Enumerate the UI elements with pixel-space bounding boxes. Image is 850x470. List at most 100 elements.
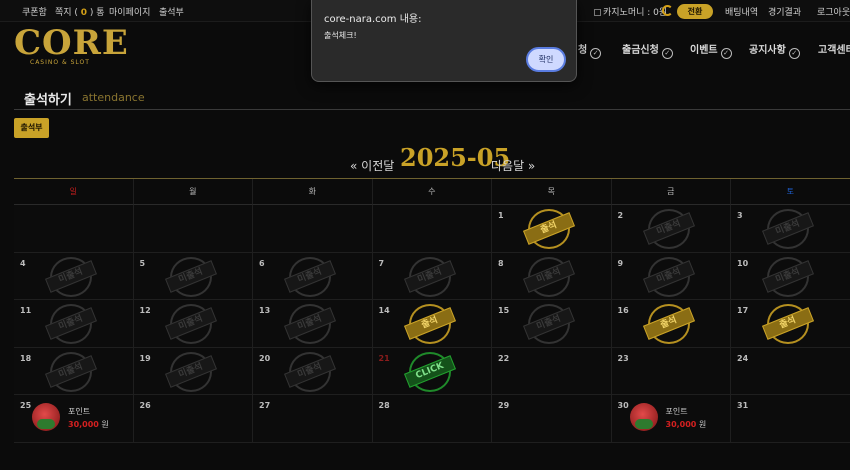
stamp-attended-icon: 출석	[762, 304, 814, 345]
stamp-missed-icon: 미출석	[642, 256, 695, 297]
calendar-cell-empty	[372, 205, 492, 253]
divider	[14, 109, 850, 110]
stamp-missed-icon: 미출석	[45, 256, 97, 297]
day-number: 6	[259, 258, 265, 268]
calendar-cell: 29	[492, 395, 612, 443]
calendar-cell: 31	[731, 395, 850, 443]
dialog-message: 출석체크!	[324, 31, 357, 40]
nav-event[interactable]: 이벤트 ✓	[690, 41, 732, 59]
calendar-week: 11 미출석 12 미출석 13 미출석 14 출석 15 미출석 16 출석 17 출석	[14, 300, 850, 348]
coupon-link[interactable]: 쿠폰함	[22, 5, 47, 18]
stamp-missed-icon: 미출석	[45, 351, 97, 392]
stamp-missed-icon: 미출석	[164, 351, 217, 392]
click-stamp-icon[interactable]: CLICK	[403, 351, 456, 392]
page-title-en: attendance	[82, 91, 145, 104]
calendar-cell: 5 미출석	[133, 252, 253, 301]
casino-money-label: 카지노머니 : 0원	[603, 8, 668, 18]
day-number: 26	[139, 401, 151, 411]
calendar-cell-empty	[253, 205, 373, 253]
day-number: 22	[498, 353, 510, 363]
weekday-sat: 토	[731, 179, 850, 205]
message-count: 0	[80, 8, 88, 18]
calendar-cell: 16 출석	[611, 300, 731, 348]
day-number: 27	[259, 401, 271, 411]
dialog-title: core-nara.com 내용:	[324, 14, 422, 25]
nav-support[interactable]: 고객센터	[818, 41, 850, 56]
nav-deposit[interactable]: 청 ✓	[578, 41, 602, 59]
stamp-attended-icon: 출석	[523, 209, 575, 249]
day-number: 4	[20, 258, 26, 268]
day-number: 5	[139, 258, 146, 268]
point-value: 30,000	[665, 420, 697, 430]
day-number: 9	[617, 258, 624, 268]
day-number: 29	[498, 401, 510, 411]
calendar-cell: 20 미출석	[253, 347, 373, 396]
calendar-cell: 13 미출석	[253, 300, 373, 348]
calendar-cell: 25 포인트 30,000 원	[14, 395, 134, 443]
day-number: 11	[20, 306, 32, 316]
game-results-link[interactable]: 경기결과	[768, 5, 801, 18]
day-number: 30	[617, 401, 629, 411]
logout-link[interactable]: 로그아웃	[817, 5, 850, 18]
convert-button[interactable]: 전환	[677, 4, 713, 19]
point-amount: 30,000 원	[666, 419, 707, 430]
nav-notice[interactable]: 공지사항 ✓	[749, 41, 800, 59]
nav-withdraw[interactable]: 출금신청 ✓	[622, 41, 673, 59]
day-number: 12	[139, 306, 151, 316]
gift-pouch-icon	[629, 403, 658, 432]
weekday-mon: 월	[133, 179, 253, 205]
stamp-attended-icon: 출석	[403, 304, 456, 345]
calendar-cell: 28	[372, 395, 492, 443]
calendar-cell: 3 미출석	[731, 205, 850, 253]
attendance-calendar: 일 월 화 수 목 금 토 1 출석 2 미출석 3 미출석 4 미출석 5 미출석 6 미…	[14, 178, 850, 443]
attendance-book-button[interactable]: 출석부	[14, 118, 49, 138]
day-number: 28	[378, 401, 390, 411]
calendar-cell-today[interactable]: 21 CLICK	[372, 347, 492, 396]
day-number: 13	[259, 306, 271, 316]
day-number: 24	[737, 353, 749, 363]
gift-pouch-icon	[32, 403, 60, 432]
calendar-week: 25 포인트 30,000 원 26 27 28 29 30 포인트 30,000 원 …	[14, 395, 850, 443]
weekday-tue: 화	[253, 179, 373, 205]
calendar-week: 18 미출석 19 미출석 20 미출석 21 CLICK 22 23 24	[14, 347, 850, 396]
calendar-cell: 6 미출석	[253, 252, 373, 301]
calendar-cell: 17 출석	[731, 300, 850, 348]
stamp-missed-icon: 미출석	[642, 209, 695, 249]
logo-subtitle: CASINO & SLOT	[30, 59, 90, 66]
message-unit: 통	[96, 8, 105, 18]
prev-month-link[interactable]: « 이전달	[350, 157, 394, 174]
day-number: 17	[737, 306, 749, 316]
calendar-cell: 23	[611, 347, 731, 396]
point-label: 포인트	[68, 407, 91, 417]
next-month-link[interactable]: 다음달 »	[491, 157, 535, 174]
mypage-link[interactable]: 마이페이지	[109, 5, 150, 18]
casino-money-toggle[interactable]: 카지노머니 : 0원	[594, 5, 667, 18]
refresh-icon[interactable]	[662, 5, 673, 16]
dialog-ok-button[interactable]: 확인	[526, 47, 566, 72]
point-value: 30,000	[68, 420, 99, 430]
calendar-cell: 7 미출석	[372, 252, 492, 301]
stamp-missed-icon: 미출석	[284, 256, 336, 297]
day-number: 21	[378, 353, 390, 363]
messages-link[interactable]: 쪽지 ( 0 ) 통	[55, 5, 105, 18]
day-number: 2	[617, 211, 624, 220]
check-circle-icon: ✓	[788, 48, 800, 59]
nav-withdraw-label: 출금신청	[622, 45, 659, 56]
calendar-cell: 10 미출석	[731, 252, 850, 301]
day-number: 8	[498, 258, 504, 268]
attendance-link[interactable]: 출석부	[159, 5, 184, 18]
stamp-missed-icon: 미출석	[45, 304, 97, 345]
calendar-cell: 12 미출석	[133, 300, 253, 348]
logo[interactable]: CORE	[14, 26, 129, 60]
weekday-wed: 수	[372, 179, 492, 205]
calendar-cell: 30 포인트 30,000 원	[611, 395, 731, 443]
calendar-cell: 24	[731, 347, 850, 396]
calendar-week: 4 미출석 5 미출석 6 미출석 7 미출석 8 미출석 9 미출석 10 미출석	[14, 252, 850, 301]
day-number: 10	[737, 258, 749, 268]
day-number: 18	[20, 353, 32, 363]
bet-history-link[interactable]: 배팅내역	[725, 5, 758, 18]
stamp-missed-icon: 미출석	[523, 256, 575, 297]
stamp-attended-icon: 출석	[642, 304, 695, 345]
point-unit: 원	[698, 420, 707, 430]
stamp-missed-icon: 미출석	[762, 256, 814, 297]
